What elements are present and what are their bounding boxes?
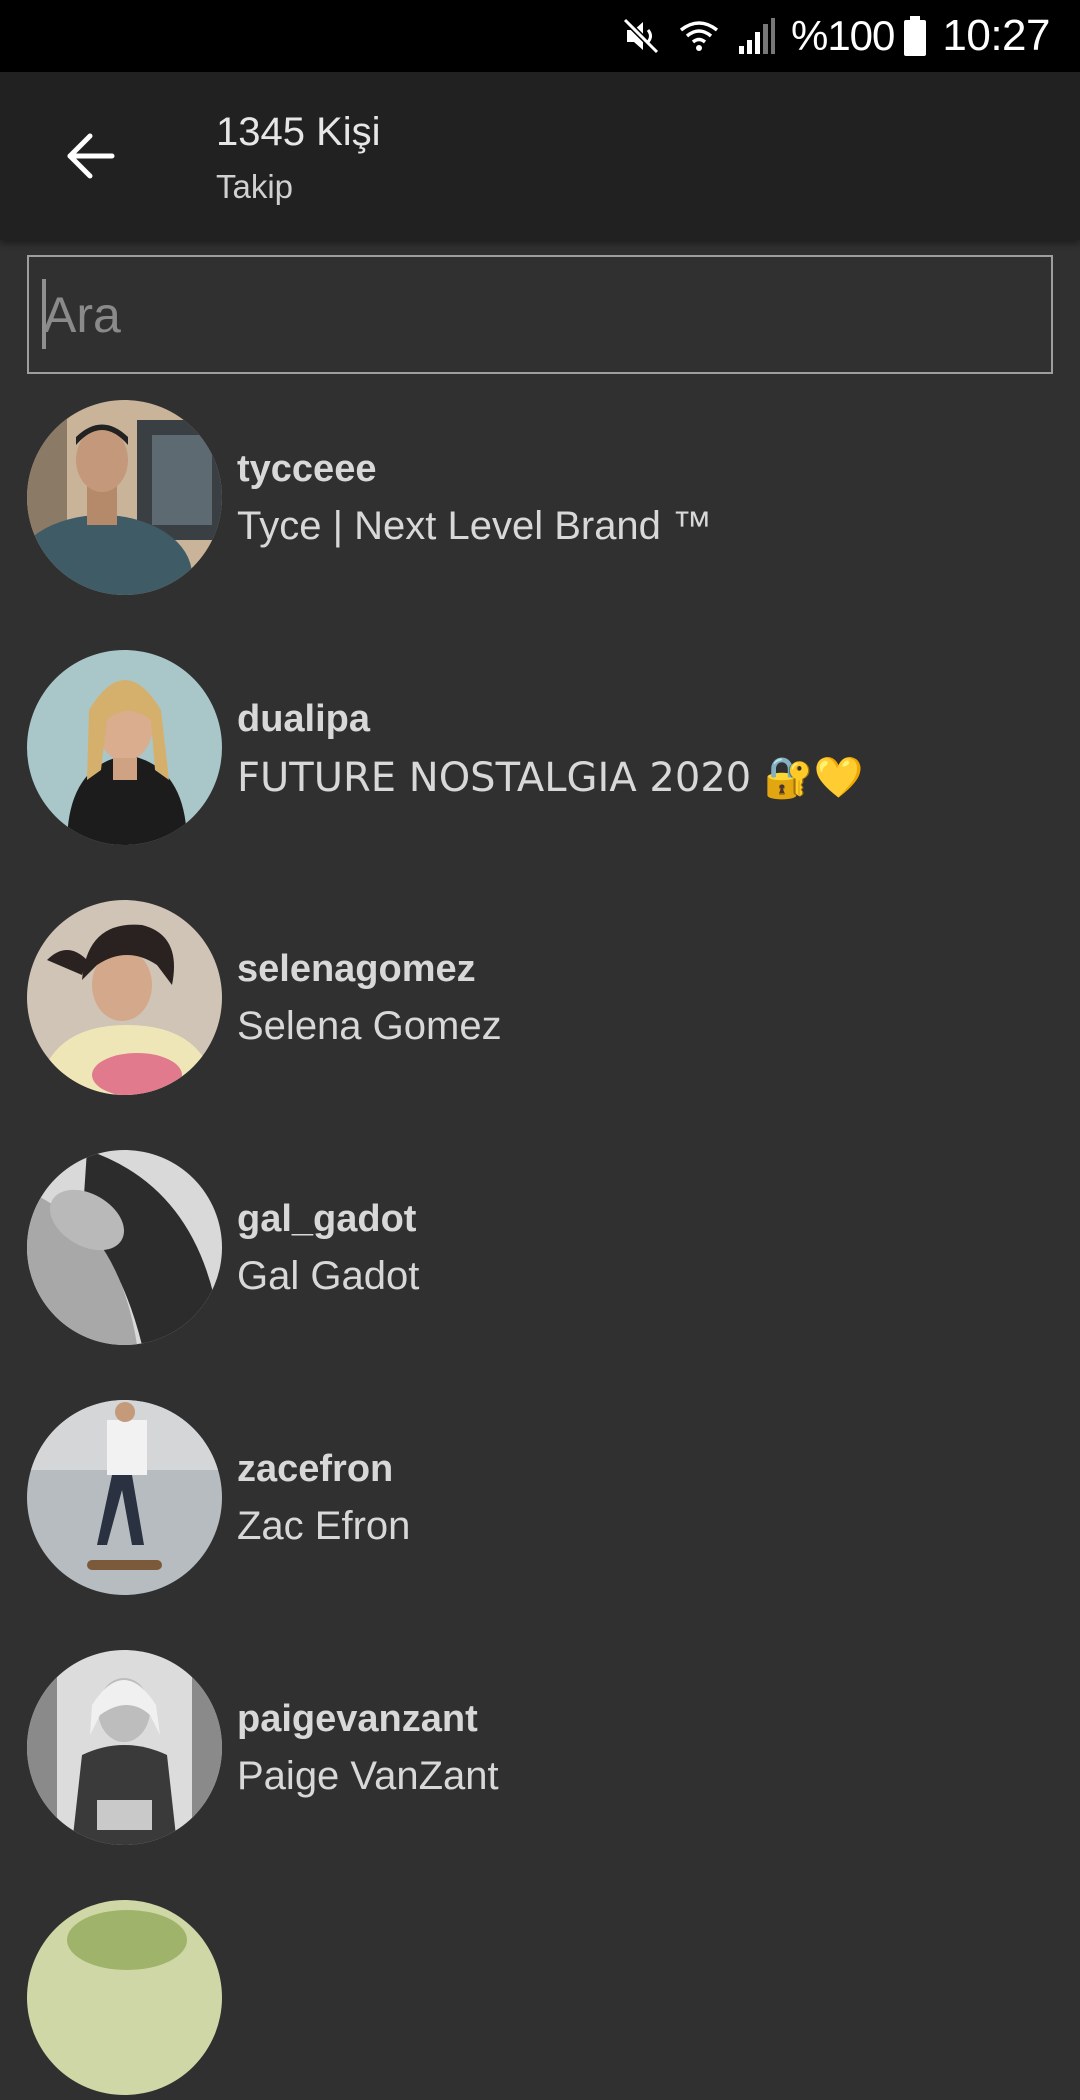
status-bar: %100 10:27 (0, 0, 1080, 72)
page-title: 1345 Kişi (216, 110, 381, 154)
list-item-user[interactable]: tycceee Tyce | Next Level Brand ™ (0, 400, 1080, 600)
clock: 10:27 (942, 11, 1050, 60)
username: gal_gadot (237, 1198, 417, 1240)
list-item-user[interactable]: gal_gadot Gal Gadot (0, 1150, 1080, 1350)
avatar[interactable] (27, 1150, 222, 1345)
avatar[interactable] (27, 650, 222, 845)
username: paigevanzant (237, 1698, 478, 1740)
battery-percent: %100 (790, 12, 895, 59)
list-item-user[interactable]: dualipa FUTURE NOSTALGIA 2020 🔐💛 (0, 650, 1080, 850)
search-box[interactable] (27, 255, 1053, 374)
username: selenagomez (237, 948, 476, 990)
wifi-icon (679, 16, 719, 56)
battery-icon (904, 16, 927, 56)
list-item-user[interactable] (0, 1900, 1080, 2100)
list-item-user[interactable]: paigevanzant Paige VanZant (0, 1650, 1080, 1850)
full-name: Selena Gomez (237, 1004, 502, 1048)
full-name: FUTURE NOSTALGIA 2020 🔐💛 (237, 755, 864, 801)
text-caret (42, 279, 46, 349)
list-item-user[interactable]: zacefron Zac Efron (0, 1400, 1080, 1600)
page-subtitle: Takip (216, 168, 294, 205)
full-name: Zac Efron (237, 1504, 411, 1548)
list-item-user[interactable]: selenagomez Selena Gomez (0, 900, 1080, 1100)
avatar[interactable] (27, 900, 222, 1095)
search-input[interactable] (41, 265, 1041, 365)
username: tycceee (237, 448, 377, 490)
back-button[interactable] (40, 106, 140, 206)
mute-icon (621, 16, 661, 56)
arrow-left-icon (67, 133, 115, 179)
signal-icon (737, 16, 777, 56)
app-bar: 1345 Kişi Takip (0, 72, 1080, 240)
full-name: Paige VanZant (237, 1754, 499, 1798)
full-name: Gal Gadot (237, 1254, 420, 1298)
full-name: Tyce | Next Level Brand ™ (237, 504, 713, 548)
username: zacefron (237, 1448, 394, 1490)
avatar[interactable] (27, 400, 222, 595)
avatar[interactable] (27, 1650, 222, 1845)
username: dualipa (237, 698, 371, 740)
avatar[interactable] (27, 1900, 222, 2095)
avatar[interactable] (27, 1400, 222, 1595)
